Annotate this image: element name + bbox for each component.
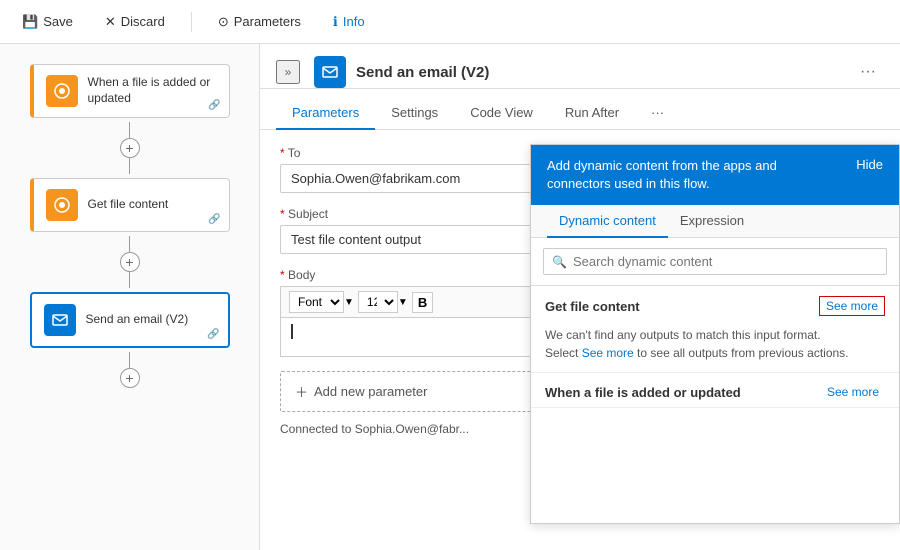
see-more-get-file-button[interactable]: See more [819, 296, 885, 316]
bold-button[interactable]: B [412, 292, 433, 313]
info-icon: ℹ [333, 14, 338, 30]
collapse-button[interactable]: » [276, 60, 300, 84]
line-3 [129, 352, 130, 368]
add-step-2[interactable]: + [120, 252, 140, 272]
subject-required-star: * [280, 207, 288, 221]
add-step-3[interactable]: + [120, 368, 140, 388]
action-title: Send an email (V2) [356, 64, 846, 81]
get-file-label: Get file content [88, 197, 169, 213]
font-size-select[interactable]: 12 [358, 291, 398, 313]
tab-bar: Parameters Settings Code View Run After … [260, 97, 900, 130]
line-1 [129, 122, 130, 138]
to-required-star: * [280, 146, 288, 160]
cursor [291, 324, 297, 339]
parameters-icon: ⊙ [218, 14, 229, 30]
toolbar: 💾 Save ✕ Discard ⊙ Parameters ℹ Info [0, 0, 900, 44]
discard-button[interactable]: ✕ Discard [99, 10, 171, 34]
see-more-inline-link[interactable]: See more [582, 346, 634, 360]
add-step-1[interactable]: + [120, 138, 140, 158]
search-input[interactable] [573, 254, 878, 269]
get-file-section: Get file content See more We can't find … [531, 286, 899, 373]
line-2b [129, 272, 130, 288]
line-1b [129, 158, 130, 174]
save-button[interactable]: 💾 Save [16, 10, 79, 34]
body-required-star: * [280, 268, 288, 282]
see-more-when-file-button[interactable]: See more [821, 383, 885, 401]
parameters-label: Parameters [234, 14, 301, 29]
right-header: » Send an email (V2) ··· [260, 44, 900, 89]
more-button[interactable]: ··· [856, 59, 880, 85]
tab-settings[interactable]: Settings [375, 97, 454, 130]
get-file-section-header: Get file content See more [531, 286, 899, 322]
save-icon: 💾 [22, 14, 38, 30]
dynamic-tab-expression[interactable]: Expression [668, 205, 756, 238]
tab-run-after[interactable]: Run After [549, 97, 635, 130]
divider [191, 12, 192, 32]
trigger-icon [46, 75, 78, 107]
left-panel: When a file is added or updated 🔗 + Get … [0, 44, 260, 550]
parameters-button[interactable]: ⊙ Parameters [212, 10, 307, 34]
search-box: 🔍 [543, 248, 887, 275]
save-label: Save [43, 14, 73, 29]
right-panel: » Send an email (V2) ··· Parameters Sett… [260, 44, 900, 550]
send-email-node[interactable]: Send an email (V2) 🔗 [30, 292, 230, 348]
when-file-section-title: When a file is added or updated [545, 385, 741, 400]
dynamic-header-text: Add dynamic content from the apps and co… [547, 157, 840, 193]
add-param-label: Add new parameter [314, 384, 427, 399]
info-label: Info [343, 14, 365, 29]
connector-1: + [120, 122, 140, 174]
get-file-link-icon: 🔗 [208, 214, 220, 225]
trigger-label: When a file is added or updated [88, 75, 217, 106]
connector-3: + [120, 352, 140, 388]
trigger-link-icon: 🔗 [208, 100, 220, 111]
dynamic-panel: Add dynamic content from the apps and co… [530, 144, 900, 524]
dynamic-tabs: Dynamic content Expression [531, 205, 899, 238]
get-file-section-title: Get file content [545, 299, 640, 314]
font-dropdown-icon: ▼ [344, 297, 354, 308]
when-file-section-header: When a file is added or updated See more [531, 373, 899, 407]
get-file-icon [46, 189, 78, 221]
discard-icon: ✕ [105, 14, 116, 30]
search-icon: 🔍 [552, 255, 567, 269]
send-email-label: Send an email (V2) [86, 312, 189, 328]
when-file-section: When a file is added or updated See more [531, 373, 899, 408]
tab-parameters[interactable]: Parameters [276, 97, 375, 130]
add-param-icon: ＋ [295, 382, 308, 401]
get-file-node[interactable]: Get file content 🔗 [30, 178, 230, 232]
tab-code-view[interactable]: Code View [454, 97, 549, 130]
discard-label: Discard [121, 14, 165, 29]
send-email-link-icon: 🔗 [207, 329, 219, 340]
send-email-icon [44, 304, 76, 336]
get-file-section-body: We can't find any outputs to match this … [531, 322, 899, 372]
action-header-icon [314, 56, 346, 88]
get-file-note: We can't find any outputs to match this … [545, 326, 885, 362]
dynamic-tab-content[interactable]: Dynamic content [547, 205, 668, 238]
hide-button[interactable]: Hide [856, 157, 883, 172]
line-2 [129, 236, 130, 252]
main-layout: When a file is added or updated 🔗 + Get … [0, 44, 900, 550]
info-button[interactable]: ℹ Info [327, 10, 371, 34]
tab-more[interactable]: ··· [635, 97, 680, 130]
dynamic-search-area: 🔍 [531, 238, 899, 286]
dynamic-content-area: Get file content See more We can't find … [531, 286, 899, 523]
trigger-node[interactable]: When a file is added or updated 🔗 [30, 64, 230, 118]
dynamic-header: Add dynamic content from the apps and co… [531, 145, 899, 205]
connector-2: + [120, 236, 140, 288]
size-dropdown-icon: ▼ [398, 297, 408, 308]
font-select[interactable]: Font [289, 291, 344, 313]
